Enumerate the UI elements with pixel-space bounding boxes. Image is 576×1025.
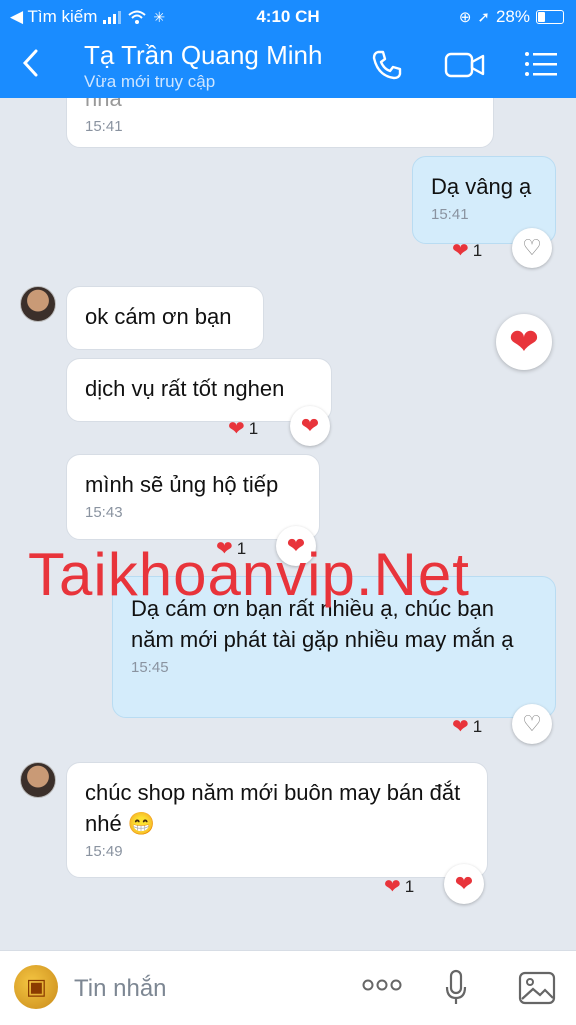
heart-outline-icon: ♡ [522,711,542,736]
sticker-icon: ▣ [26,974,47,999]
message-time: 15:45 [131,659,169,676]
more-options-button[interactable] [362,977,402,998]
back-button[interactable] [20,48,42,84]
chat-header: Tạ Trần Quang Minh Vừa mới truy cập [0,34,576,98]
reaction-count: 1 [248,418,259,438]
message-bubble[interactable]: nha 15:41 [66,98,494,148]
message-time: 15:41 [85,118,123,135]
message-text: dịch vụ rất tốt nghen [85,376,285,401]
message-bubble[interactable]: mình sẽ ủng hộ tiếp 15:43 [66,454,320,540]
watermark: Taikhoanvip.Net [28,541,470,608]
sticker-button[interactable]: ▣ [14,965,58,1009]
react-button[interactable]: ♡ [512,704,552,744]
heart-icon: ❤ [300,413,320,438]
reaction-count: 1 [472,240,483,260]
phone-icon [372,50,402,80]
list-menu-icon [525,52,557,76]
message-text: ok cám ơn bạn [85,304,232,329]
image-icon [518,971,556,1005]
heart-icon: ❤ [452,716,469,738]
battery-icon [536,10,564,24]
menu-button[interactable] [524,50,558,83]
video-camera-icon [444,52,485,78]
battery-percent: 28% [495,7,530,26]
react-button[interactable]: ♡ [512,228,552,268]
orientation-lock-icon: ⊕ [458,9,472,26]
reaction-summary[interactable]: ❤ 1 [384,874,414,899]
reaction-summary[interactable]: ❤ 1 [228,416,258,441]
status-bar: ◀ Tìm kiếm ✳ 4:10 CH ⊕ ➚ 28% [0,0,576,34]
reaction-summary[interactable]: ❤ 1 [452,238,482,263]
message-text: mình sẽ ủng hộ tiếp [85,472,279,497]
heart-icon: ❤ [384,876,401,898]
message-time: 15:43 [85,504,123,521]
avatar[interactable] [20,762,56,798]
reaction-count: 1 [404,876,415,896]
voice-button[interactable] [444,969,468,1012]
chat-list[interactable]: nha 15:41 Dạ vâng ạ 15:41 ❤ 1 ♡ ok cám ơ… [0,98,576,950]
react-button[interactable]: ❤ [290,406,330,446]
react-button[interactable]: ❤ [444,864,484,904]
heart-icon: ❤ [454,871,474,896]
message-text: nha [85,98,122,111]
message-time: 15:41 [431,206,469,223]
message-time: 15:49 [85,843,123,860]
message-text: chúc shop năm mới buôn may bán đắt nhé 😁 [85,780,461,836]
contact-name[interactable]: Tạ Trần Quang Minh [84,40,322,71]
message-input-bar: ▣ Tin nhắn [0,950,576,1025]
heart-outline-icon: ♡ [522,235,542,260]
more-dots-icon [362,979,402,991]
contact-status: Vừa mới truy cập [84,72,216,91]
heart-icon: ❤ [228,418,245,440]
message-bubble[interactable]: dịch vụ rất tốt nghen [66,358,332,422]
location-icon: ➚ [477,9,490,26]
video-call-button[interactable] [444,50,486,85]
quick-react-button[interactable]: ❤ [496,314,552,370]
heart-icon: ❤ [508,321,540,362]
heart-icon: ❤ [452,240,469,262]
microphone-icon [445,969,467,1004]
reaction-count: 1 [472,716,483,736]
message-bubble[interactable]: chúc shop năm mới buôn may bán đắt nhé 😁… [66,762,488,878]
call-button[interactable] [370,48,404,87]
image-button[interactable] [518,971,556,1010]
message-text: Dạ vâng ạ [431,174,532,199]
chevron-left-icon [22,49,38,77]
avatar[interactable] [20,286,56,322]
message-bubble[interactable]: ok cám ơn bạn [66,286,264,350]
reaction-summary[interactable]: ❤ 1 [452,714,482,739]
message-input[interactable]: Tin nhắn [74,975,167,1003]
